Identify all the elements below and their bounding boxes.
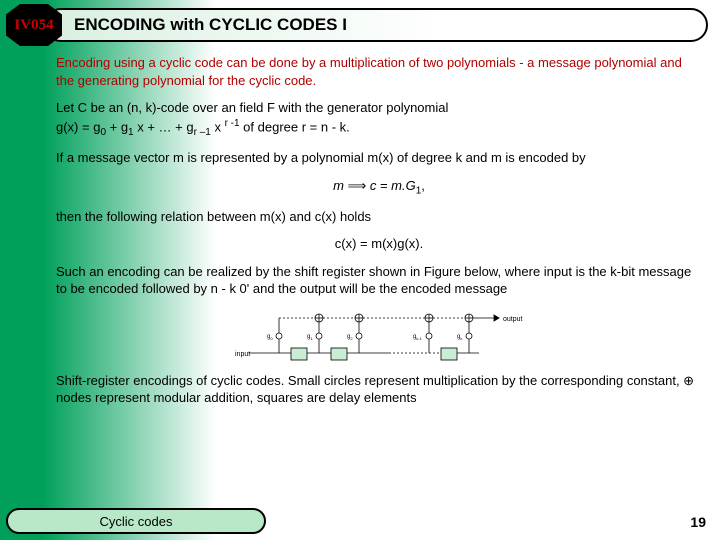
fig-g1: g1 <box>307 334 313 341</box>
content: Encoding using a cyclic code can be done… <box>56 54 702 417</box>
fig-g2: g2 <box>347 334 353 341</box>
header: IV054 ENCODING with CYCLIC CODES I <box>6 6 708 44</box>
fig-output-label: output <box>503 316 523 323</box>
arrow-icon: ⟹ <box>348 178 367 193</box>
footer-text: Cyclic codes <box>100 514 173 529</box>
para-shift-register: Such an encoding can be realized by the … <box>56 263 702 298</box>
p1bm2: x + … + g <box>134 119 194 134</box>
eq1: m ⟹ c = m.G1, <box>56 177 702 198</box>
para-generator: Let C be an (n, k)-code over an field F … <box>56 99 702 139</box>
p1bm3: x <box>211 119 225 134</box>
eq1l: m <box>333 178 347 193</box>
fig-gk: gk <box>457 334 462 341</box>
eq1c: , <box>421 178 425 193</box>
intro-text: Encoding using a cyclic code can be done… <box>56 54 702 89</box>
para-relation: then the following relation between m(x)… <box>56 208 702 226</box>
p1a: Let C be an (n, k)-code over an field F … <box>56 100 448 115</box>
fig-input-label: input <box>235 351 250 358</box>
eq2: c(x) = m(x)g(x). <box>56 235 702 253</box>
badge-octagon: IV054 <box>6 4 62 46</box>
p1b: g(x) = g <box>56 119 100 134</box>
page-title: ENCODING with CYCLIC CODES I <box>74 15 347 35</box>
para-message: If a message vector m is represented by … <box>56 149 702 167</box>
fig-g0: g0 <box>267 334 273 341</box>
badge-text: IV054 <box>14 17 53 34</box>
page-number: 19 <box>690 514 706 530</box>
para-caption: Shift-register encodings of cyclic codes… <box>56 372 702 407</box>
eq1r: c = m.G <box>366 178 415 193</box>
fig-gk1: gk-1 <box>413 334 423 341</box>
title-bar: ENCODING with CYCLIC CODES I <box>44 8 708 42</box>
p1be: of degree r = n - k. <box>240 119 350 134</box>
supr: r -1 <box>225 118 240 129</box>
footer-bar: Cyclic codes <box>6 508 266 534</box>
p1bm: + g <box>106 119 128 134</box>
shift-register-figure: output input g0 g1 g2 gk-1 gk <box>229 308 529 366</box>
subr: r –1 <box>194 127 211 138</box>
